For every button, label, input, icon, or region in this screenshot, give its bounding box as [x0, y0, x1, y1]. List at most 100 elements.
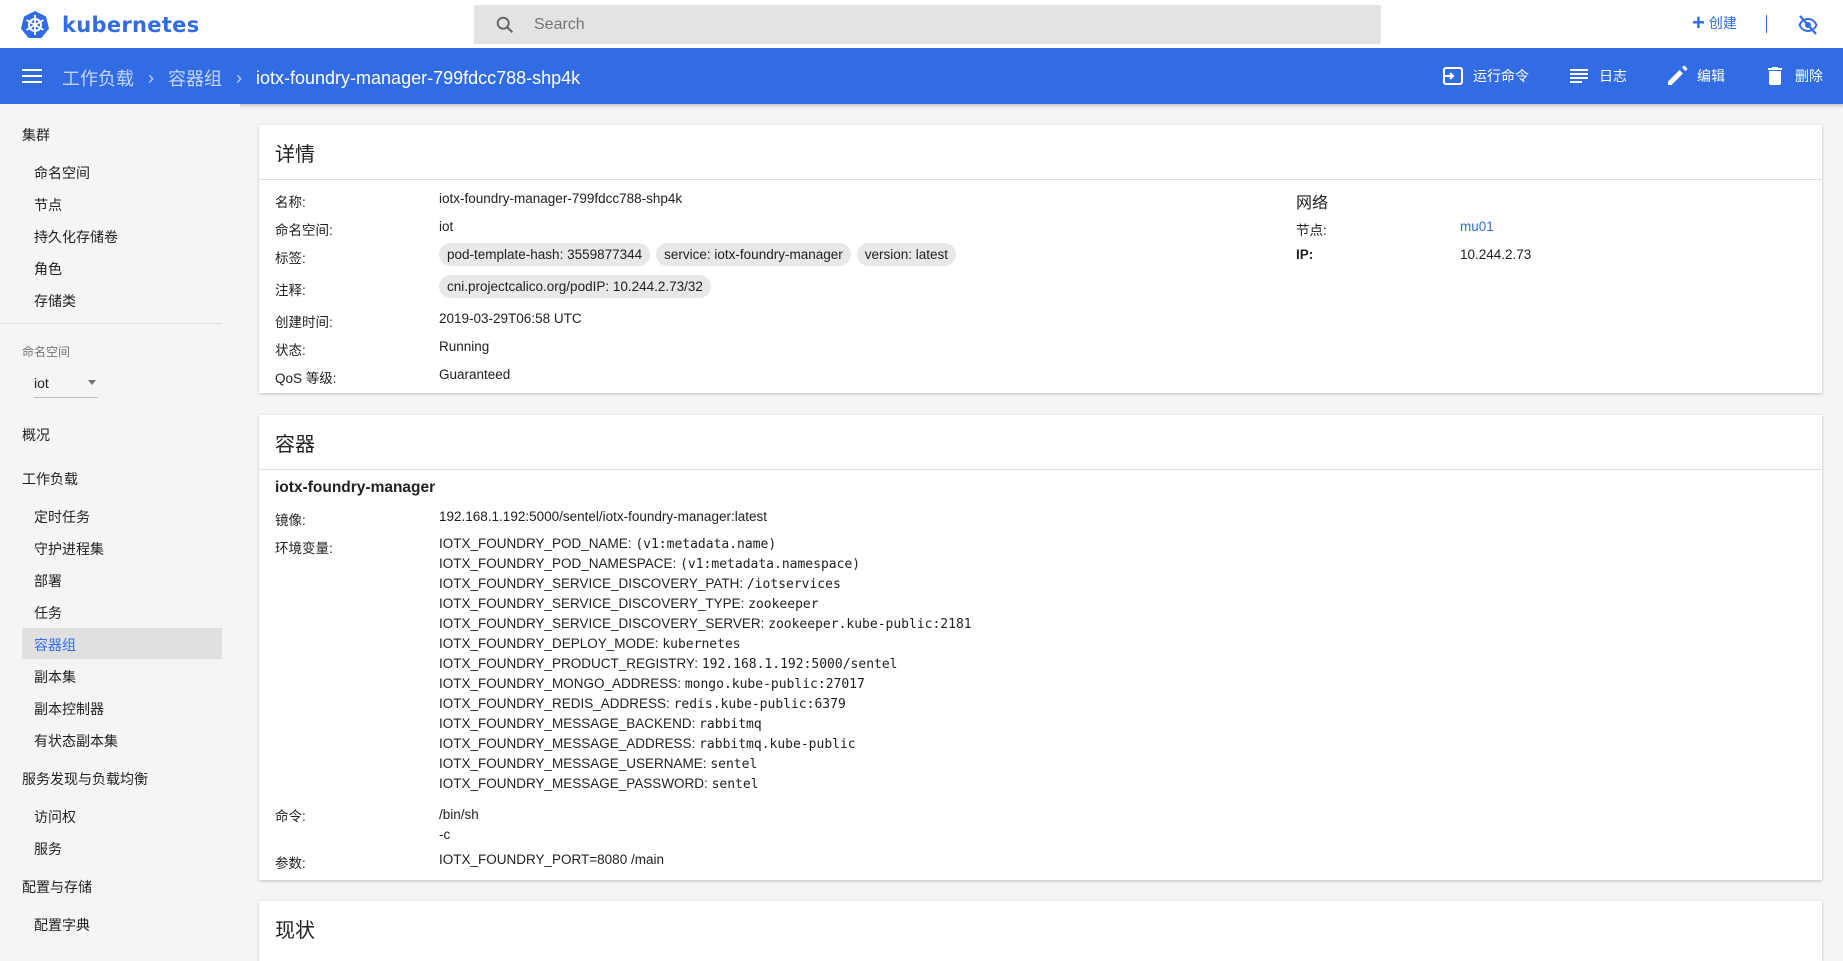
ip-value: 10.244.2.73	[1460, 247, 1532, 262]
namespace-selector[interactable]: iot	[34, 368, 98, 398]
sidebar-section-discovery[interactable]: 服务发现与负载均衡	[22, 769, 148, 789]
sidebar-item-namespaces[interactable]: 命名空间	[34, 163, 90, 183]
sidebar-item-pods[interactable]: 容器组	[34, 635, 76, 655]
plus-icon: +	[1692, 10, 1705, 35]
dropdown-arrow-icon	[88, 380, 96, 385]
exec-button[interactable]: 运行命令	[1441, 64, 1529, 88]
sidebar-section-config-storage[interactable]: 配置与存储	[22, 877, 92, 897]
created-value: 2019-03-29T06:58 UTC	[439, 311, 582, 326]
annotations-label: 注释:	[275, 283, 306, 298]
env-var: IOTX_FOUNDRY_SERVICE_DISCOVERY_PATH: /io…	[439, 576, 841, 592]
status-label: 状态:	[275, 343, 306, 358]
annotations-list: cni.projectcalico.org/podIP: 10.244.2.73…	[439, 275, 717, 298]
breadcrumb-current: iotx-foundry-manager-799fdcc788-shp4k	[256, 67, 581, 88]
sidebar-item-replication-controllers[interactable]: 副本控制器	[34, 699, 104, 719]
namespace-value: iot	[439, 219, 454, 234]
sidebar-item-replicasets[interactable]: 副本集	[34, 667, 76, 687]
action-bar: 工作负载 › 容器组 › iotx-foundry-manager-799fdc…	[0, 48, 1843, 104]
env-var: IOTX_FOUNDRY_POD_NAME: (v1:metadata.name…	[439, 536, 777, 552]
sidebar-section-overview[interactable]: 概况	[22, 425, 50, 445]
command-line: /bin/sh	[439, 807, 479, 822]
created-label: 创建时间:	[275, 315, 333, 330]
sidebar-item-ingresses[interactable]: 访问权	[34, 807, 76, 827]
create-button[interactable]: + 创建	[1692, 10, 1737, 35]
env-var: IOTX_FOUNDRY_MESSAGE_USERNAME: sentel	[439, 756, 758, 772]
image-label: 镜像:	[275, 513, 306, 528]
container-name: iotx-foundry-manager	[275, 479, 436, 496]
logs-button[interactable]: 日志	[1567, 64, 1627, 88]
app-logo-text: kubernetes	[62, 13, 200, 37]
name-value: iotx-foundry-manager-799fdcc788-shp4k	[439, 191, 683, 206]
top-bar: kubernetes + 创建	[0, 0, 1843, 48]
namespace-selector-value: iot	[34, 374, 49, 391]
delete-button[interactable]: 删除	[1763, 64, 1823, 88]
env-var: IOTX_FOUNDRY_PRODUCT_REGISTRY: 192.168.1…	[439, 656, 898, 672]
visibility-off-icon[interactable]	[1796, 13, 1820, 37]
annotation-chip: cni.projectcalico.org/podIP: 10.244.2.73…	[439, 275, 711, 298]
sidebar-item-configmaps[interactable]: 配置字典	[34, 915, 90, 935]
env-var: IOTX_FOUNDRY_POD_NAMESPACE: (v1:metadata…	[439, 556, 861, 572]
env-var: IOTX_FOUNDRY_SERVICE_DISCOVERY_TYPE: zoo…	[439, 596, 819, 612]
image-value: 192.168.1.192:5000/sentel/iotx-foundry-m…	[439, 509, 767, 524]
search-input[interactable]	[534, 15, 1354, 34]
env-var: IOTX_FOUNDRY_MESSAGE_ADDRESS: rabbitmq.k…	[439, 736, 856, 752]
chevron-right-icon: ›	[148, 67, 154, 88]
qos-value: Guaranteed	[439, 367, 511, 382]
command-label: 命令:	[275, 809, 306, 824]
qos-label: QoS 等级:	[275, 371, 337, 386]
namespace-selector-label: 命名空间	[22, 345, 71, 359]
pencil-icon	[1668, 65, 1688, 85]
sidebar-section-workloads[interactable]: 工作负载	[22, 469, 78, 489]
sidebar-item-roles[interactable]: 角色	[34, 259, 62, 279]
status-value: Running	[439, 339, 490, 354]
menu-icon[interactable]	[22, 67, 42, 85]
sidebar-item-persistent-volumes[interactable]: 持久化存储卷	[34, 227, 118, 247]
sidebar-item-jobs[interactable]: 任务	[34, 603, 62, 623]
sidebar-item-cronjobs[interactable]: 定时任务	[34, 507, 90, 527]
delete-label: 删除	[1795, 68, 1823, 84]
namespace-label: 命名空间:	[275, 223, 333, 238]
args-value: IOTX_FOUNDRY_PORT=8080 /main	[439, 852, 664, 867]
edit-label: 编辑	[1697, 68, 1725, 84]
sidebar-item-deployments[interactable]: 部署	[34, 571, 62, 591]
conditions-title: 现状	[275, 920, 315, 942]
sidebar-divider	[0, 323, 222, 324]
env-var: IOTX_FOUNDRY_SERVICE_DISCOVERY_SERVER: z…	[439, 616, 972, 632]
sidebar: 集群 命名空间 节点 持久化存储卷 角色 存储类 命名空间 iot 概况 工作负…	[0, 104, 240, 949]
env-var: IOTX_FOUNDRY_DEPLOY_MODE: kubernetes	[439, 636, 741, 652]
env-list: IOTX_FOUNDRY_POD_NAME: (v1:metadata.name…	[439, 534, 972, 794]
args-label: 参数:	[275, 856, 306, 871]
details-title: 详情	[259, 125, 1822, 180]
label-chip: version: latest	[856, 243, 957, 266]
labels-label: 标签:	[275, 251, 306, 266]
env-var: IOTX_FOUNDRY_REDIS_ADDRESS: redis.kube-p…	[439, 696, 846, 712]
topbar-divider	[1766, 15, 1767, 33]
label-chip: service: iotx-foundry-manager	[656, 243, 851, 266]
command-line: -c	[439, 827, 451, 842]
kubernetes-logo[interactable]: kubernetes	[20, 10, 200, 40]
create-label: 创建	[1708, 15, 1737, 31]
sidebar-item-services[interactable]: 服务	[34, 839, 62, 859]
breadcrumb-pods[interactable]: 容器组	[168, 65, 222, 91]
exec-icon	[1443, 67, 1463, 85]
sidebar-item-nodes[interactable]: 节点	[34, 195, 62, 215]
conditions-card: 现状	[259, 901, 1822, 961]
node-link[interactable]: mu01	[1460, 219, 1494, 234]
search-bar[interactable]	[474, 5, 1381, 44]
name-label: 名称:	[275, 195, 306, 210]
exec-label: 运行命令	[1473, 68, 1529, 84]
details-card: 详情 名称: iotx-foundry-manager-799fdcc788-s…	[259, 125, 1822, 393]
sidebar-item-storage-classes[interactable]: 存储类	[34, 291, 76, 311]
edit-button[interactable]: 编辑	[1665, 64, 1725, 88]
logs-icon	[1570, 69, 1588, 83]
sidebar-section-cluster[interactable]: 集群	[22, 125, 50, 145]
containers-title: 容器	[259, 415, 1822, 470]
sidebar-item-statefulsets[interactable]: 有状态副本集	[34, 731, 118, 751]
labels-list: pod-template-hash: 3559877344 service: io…	[439, 243, 962, 266]
network-title: 网络	[1296, 195, 1329, 212]
breadcrumb-workloads[interactable]: 工作负载	[62, 65, 134, 91]
command-list: /bin/sh -c	[439, 805, 479, 845]
env-label: 环境变量:	[275, 541, 333, 556]
sidebar-item-daemonsets[interactable]: 守护进程集	[34, 539, 104, 559]
search-icon	[496, 16, 514, 33]
